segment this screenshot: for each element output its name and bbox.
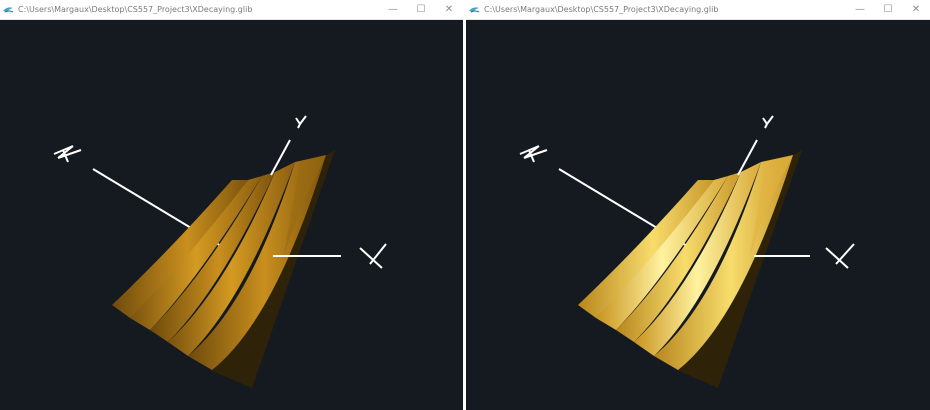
y-axis-label bbox=[762, 115, 774, 129]
3d-scene bbox=[519, 115, 855, 388]
minimize-icon[interactable]: — bbox=[846, 0, 874, 20]
z-axis-label bbox=[519, 145, 548, 163]
title-bar[interactable]: C:\Users\Margaux\Desktop\CS557_Project3\… bbox=[0, 0, 463, 20]
z-axis-label bbox=[53, 145, 82, 163]
render-viewport[interactable] bbox=[466, 20, 930, 410]
close-icon[interactable]: ✕ bbox=[902, 0, 930, 20]
glman-app-icon bbox=[3, 6, 14, 12]
x-axis-label bbox=[359, 243, 387, 269]
y-axis-label bbox=[295, 115, 307, 129]
maximize-icon[interactable]: ☐ bbox=[407, 0, 435, 20]
minimize-icon[interactable]: — bbox=[379, 0, 407, 20]
render-viewport[interactable] bbox=[0, 20, 463, 410]
glman-app-icon bbox=[469, 6, 480, 12]
title-bar[interactable]: C:\Users\Margaux\Desktop\CS557_Project3\… bbox=[466, 0, 930, 20]
window-title: C:\Users\Margaux\Desktop\CS557_Project3\… bbox=[18, 5, 253, 14]
glman-window-left: C:\Users\Margaux\Desktop\CS557_Project3\… bbox=[0, 0, 463, 410]
x-axis-label bbox=[825, 243, 855, 269]
window-title: C:\Users\Margaux\Desktop\CS557_Project3\… bbox=[484, 5, 719, 14]
3d-scene bbox=[53, 115, 387, 388]
glman-window-right: C:\Users\Margaux\Desktop\CS557_Project3\… bbox=[466, 0, 930, 410]
close-icon[interactable]: ✕ bbox=[435, 0, 463, 20]
maximize-icon[interactable]: ☐ bbox=[874, 0, 902, 20]
